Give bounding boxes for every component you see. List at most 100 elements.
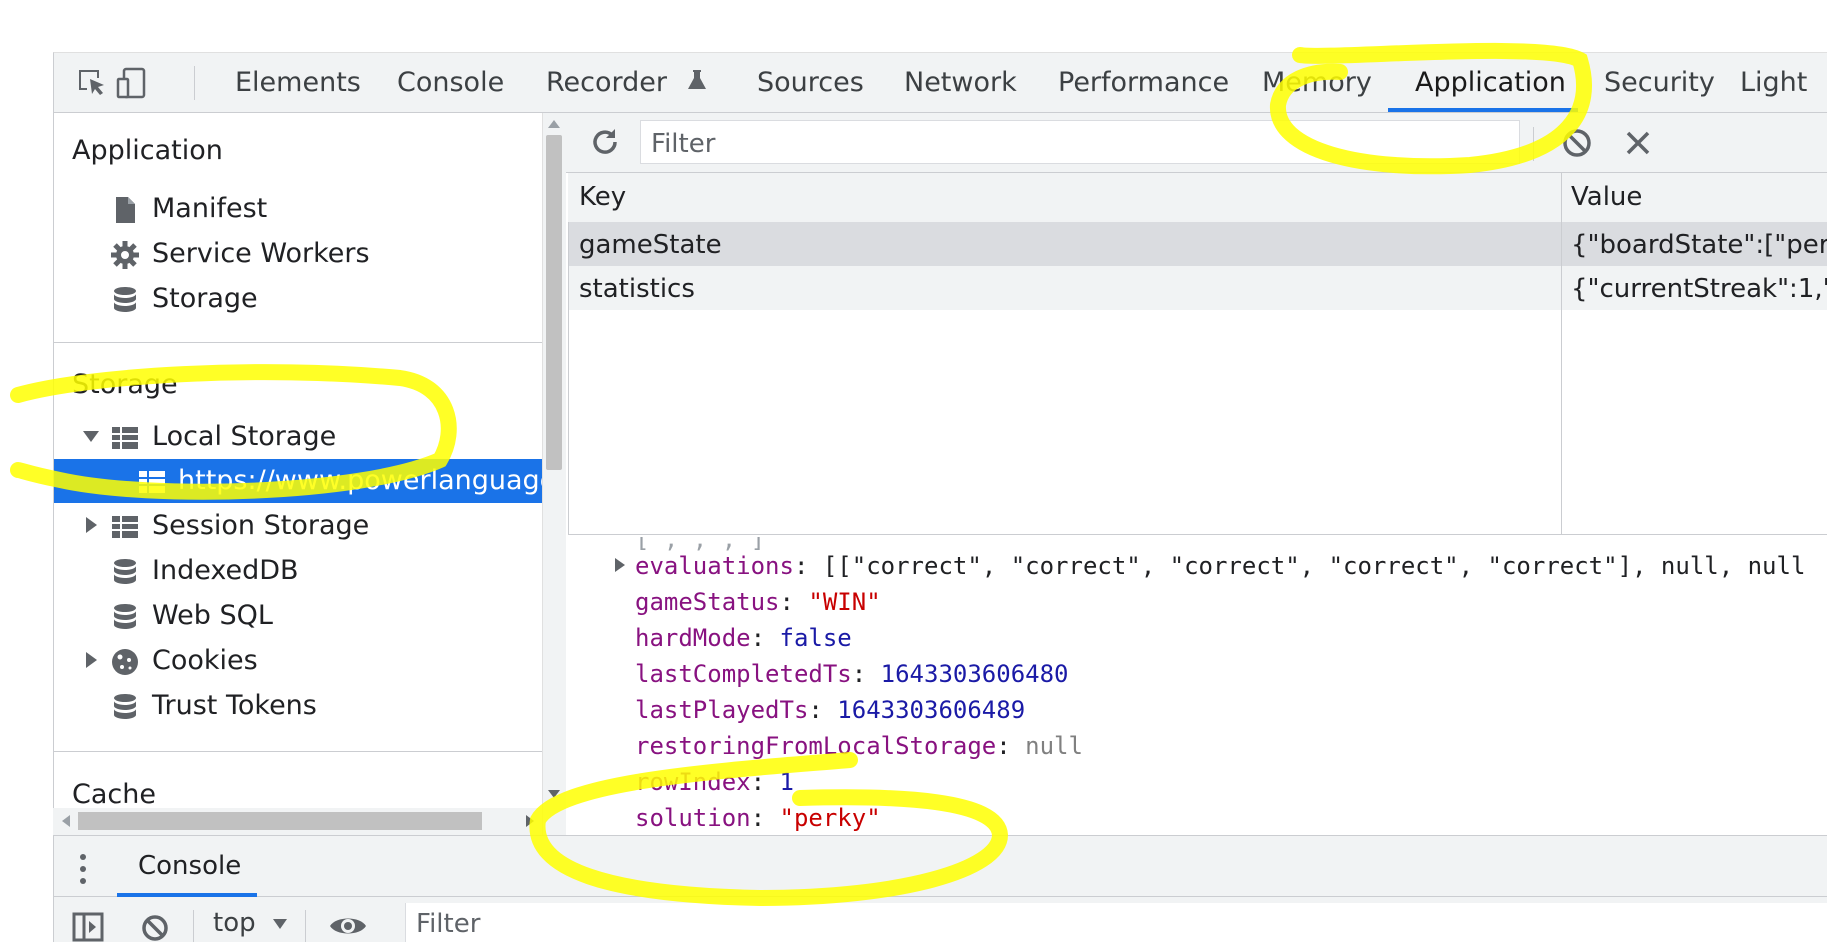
clear-console-icon[interactable] [139,912,171,942]
sidebar-item-web-sql[interactable]: Web SQL [54,594,542,638]
table-grid-icon [112,516,138,538]
toolbar-divider [1533,127,1534,161]
table-row[interactable]: gameState {"boardState":["perky" [569,222,1827,266]
drawer-active-tab-indicator [117,893,257,897]
devtools-tab-bar: Elements Console Recorder Sources Networ… [53,52,1827,113]
document-icon [116,197,135,223]
tab-security[interactable]: Security [1604,53,1715,113]
column-header-key[interactable]: Key [579,182,626,212]
column-divider [1561,173,1562,535]
refresh-icon[interactable] [588,125,622,159]
row-value: {"currentStreak":1,"ma [1571,274,1827,304]
tab-lighthouse[interactable]: Light [1740,53,1807,113]
database-icon [114,604,136,629]
preview-lastPlayedTs: lastPlayedTs: 1643303606489 [635,696,1026,724]
database-icon [114,559,136,584]
context-selector[interactable]: top [213,908,288,938]
sidebar-item-label: Service Workers [152,238,370,269]
preview-restoringFromLocalStorage: restoringFromLocalStorage: null [635,732,1083,760]
drawer-toolbar-divider [305,910,306,942]
collapsed-triangle-icon[interactable] [82,516,100,534]
database-icon [114,287,136,312]
scroll-down-arrow-icon[interactable] [547,788,561,800]
scroll-left-arrow-icon[interactable] [60,814,72,828]
storage-filter-input[interactable]: Filter [640,120,1520,164]
sidebar-horizontal-scroll-thumb[interactable] [78,812,482,830]
preview-evaluations[interactable]: evaluations: [["correct", "correct", "co… [635,552,1805,580]
drawer-divider [53,896,1827,897]
table-grid-icon [139,471,165,493]
console-filter-input[interactable]: Filter [405,903,1827,942]
sidebar-item-label: Cookies [152,645,258,676]
inspect-element-icon[interactable] [74,65,110,101]
preview-clipped-line: [ , , , ] [635,537,766,553]
sidebar-item-local-storage[interactable]: Local Storage [54,415,542,459]
drawer-toolbar-divider [193,910,194,942]
row-value: {"boardState":["perky" [1571,230,1827,260]
section-divider [54,342,542,343]
clear-all-icon[interactable] [1560,126,1594,160]
row-key: statistics [579,274,695,304]
sidebar-item-local-storage-origin[interactable]: https://www.powerlanguage.co [54,459,542,503]
scroll-right-arrow-icon[interactable] [524,814,536,828]
tab-network[interactable]: Network [904,53,1017,113]
sidebar-item-label: Session Storage [152,510,370,541]
tab-memory[interactable]: Memory [1262,53,1372,113]
sidebar-toggle-icon[interactable] [72,912,104,942]
section-heading-cache: Cache [72,779,156,810]
preview-hardMode: hardMode: false [635,624,852,652]
section-heading-storage: Storage [72,369,178,400]
collapsed-triangle-icon[interactable] [82,651,100,669]
row-key: gameState [579,230,722,260]
expand-triangle-icon[interactable] [613,557,627,573]
active-tab-indicator [1388,108,1578,112]
value-preview-panel: [ , , , ] evaluations: [["correct", "cor… [568,537,1827,835]
sidebar-item-manifest[interactable]: Manifest [54,187,542,231]
scroll-up-arrow-icon[interactable] [547,118,561,130]
dropdown-arrow-icon [272,919,287,929]
sidebar-item-trust-tokens[interactable]: Trust Tokens [54,684,542,728]
sidebar-item-label: Trust Tokens [152,690,317,721]
sidebar-item-storage-overview[interactable]: Storage [54,277,542,321]
sidebar-item-indexeddb[interactable]: IndexedDB [54,549,542,593]
preview-rowIndex: rowIndex: 1 [635,768,794,796]
more-options-icon[interactable] [78,852,88,886]
gear-icon [111,241,139,269]
sidebar-item-session-storage[interactable]: Session Storage [54,504,542,548]
section-heading-application: Application [72,135,223,166]
preview-gameStatus: gameStatus: "WIN" [635,588,881,616]
tab-console[interactable]: Console [397,53,504,113]
tab-performance[interactable]: Performance [1058,53,1229,113]
application-sidebar: Application Manifest Service Workers Sto… [53,113,542,835]
eye-icon[interactable] [328,912,368,940]
column-header-value[interactable]: Value [1571,182,1642,212]
device-toolbar-icon[interactable] [114,65,150,101]
tab-sources[interactable]: Sources [757,53,864,113]
tab-recorder[interactable]: Recorder [546,53,710,113]
section-divider [54,751,542,752]
sidebar-vertical-scroll-thumb[interactable] [546,135,562,470]
table-row[interactable]: statistics {"currentStreak":1,"ma [569,266,1827,310]
sidebar-item-cookies[interactable]: Cookies [54,639,542,683]
sidebar-item-label: https://www.powerlanguage.co [178,465,542,496]
preview-lastCompletedTs: lastCompletedTs: 1643303606480 [635,660,1069,688]
sidebar-item-label: Storage [152,283,258,314]
sidebar-item-service-workers[interactable]: Service Workers [54,232,542,276]
tab-divider [194,66,195,100]
expanded-triangle-icon[interactable] [82,427,100,445]
tab-elements[interactable]: Elements [235,53,361,113]
table-header: Key Value [568,173,1827,223]
experiment-flask-icon [687,70,706,89]
context-selector-label: top [213,908,256,938]
tab-application[interactable]: Application [1415,53,1566,113]
delete-selected-icon[interactable] [1622,127,1654,159]
tab-recorder-label: Recorder [546,67,667,98]
drawer-tab-console[interactable]: Console [138,851,241,881]
sidebar-item-label: Local Storage [152,421,337,452]
sidebar-item-label: IndexedDB [152,555,299,586]
database-icon [114,694,136,719]
sidebar-item-label: Manifest [152,193,268,224]
table-grid-icon [112,427,138,449]
preview-solution: solution: "perky" [635,804,881,832]
cookie-icon [112,649,138,675]
